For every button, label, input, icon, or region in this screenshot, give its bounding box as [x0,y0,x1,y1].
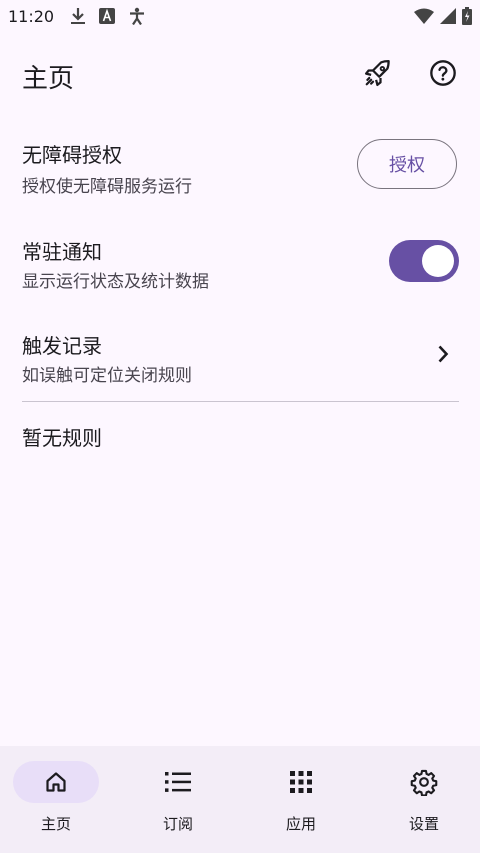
apps-grid-icon [287,768,315,796]
screen: 11:20 主页 无障碍授权 授权使无障碍服务运行 授权 常驻通知 显示运行状态… [0,0,480,853]
authorize-button[interactable]: 授权 [357,139,457,189]
status-bar: 11:20 [0,0,480,34]
trigger-log-subtitle: 如误触可定位关闭规则 [22,366,192,386]
chevron-right-icon[interactable] [432,343,454,365]
gear-icon [410,768,438,796]
notification-subtitle: 显示运行状态及统计数据 [22,272,209,292]
download-icon [70,7,86,29]
bottom-navigation: 主页 订阅 应用 设置 [0,746,480,853]
rocket-icon [363,58,393,92]
wifi-icon [414,8,434,28]
accessibility-person-icon [128,7,146,29]
accessibility-title: 无障碍授权 [22,143,122,167]
status-time: 11:20 [8,7,55,26]
nav-label-apps: 应用 [285,815,316,833]
divider [22,401,459,402]
accessibility-subtitle: 授权使无障碍服务运行 [22,177,192,197]
toggle-knob [422,245,454,277]
empty-rules-text: 暂无规则 [22,426,102,450]
trigger-log-title: 触发记录 [22,334,102,358]
home-icon [42,768,70,796]
nav-item-apps[interactable]: 应用 [240,746,360,853]
nav-item-home[interactable]: 主页 [0,746,120,853]
cell-signal-icon [440,8,456,28]
help-icon [429,59,457,91]
font-a-icon [99,8,115,28]
nav-item-settings[interactable]: 设置 [360,746,480,853]
notification-title: 常驻通知 [22,240,102,264]
list-icon [164,768,192,796]
help-button[interactable] [421,53,465,97]
nav-item-subscriptions[interactable]: 订阅 [120,746,240,853]
page-title: 主页 [22,64,75,94]
nav-label-settings: 设置 [408,815,439,833]
nav-label-subscriptions: 订阅 [162,815,193,833]
status-icons-left [70,7,146,29]
top-app-bar: 主页 [0,50,480,102]
status-icons-right [414,7,472,29]
nav-label-home: 主页 [40,815,71,833]
rocket-button[interactable] [356,53,400,97]
notification-toggle[interactable] [389,240,459,282]
battery-charging-icon [462,7,472,29]
